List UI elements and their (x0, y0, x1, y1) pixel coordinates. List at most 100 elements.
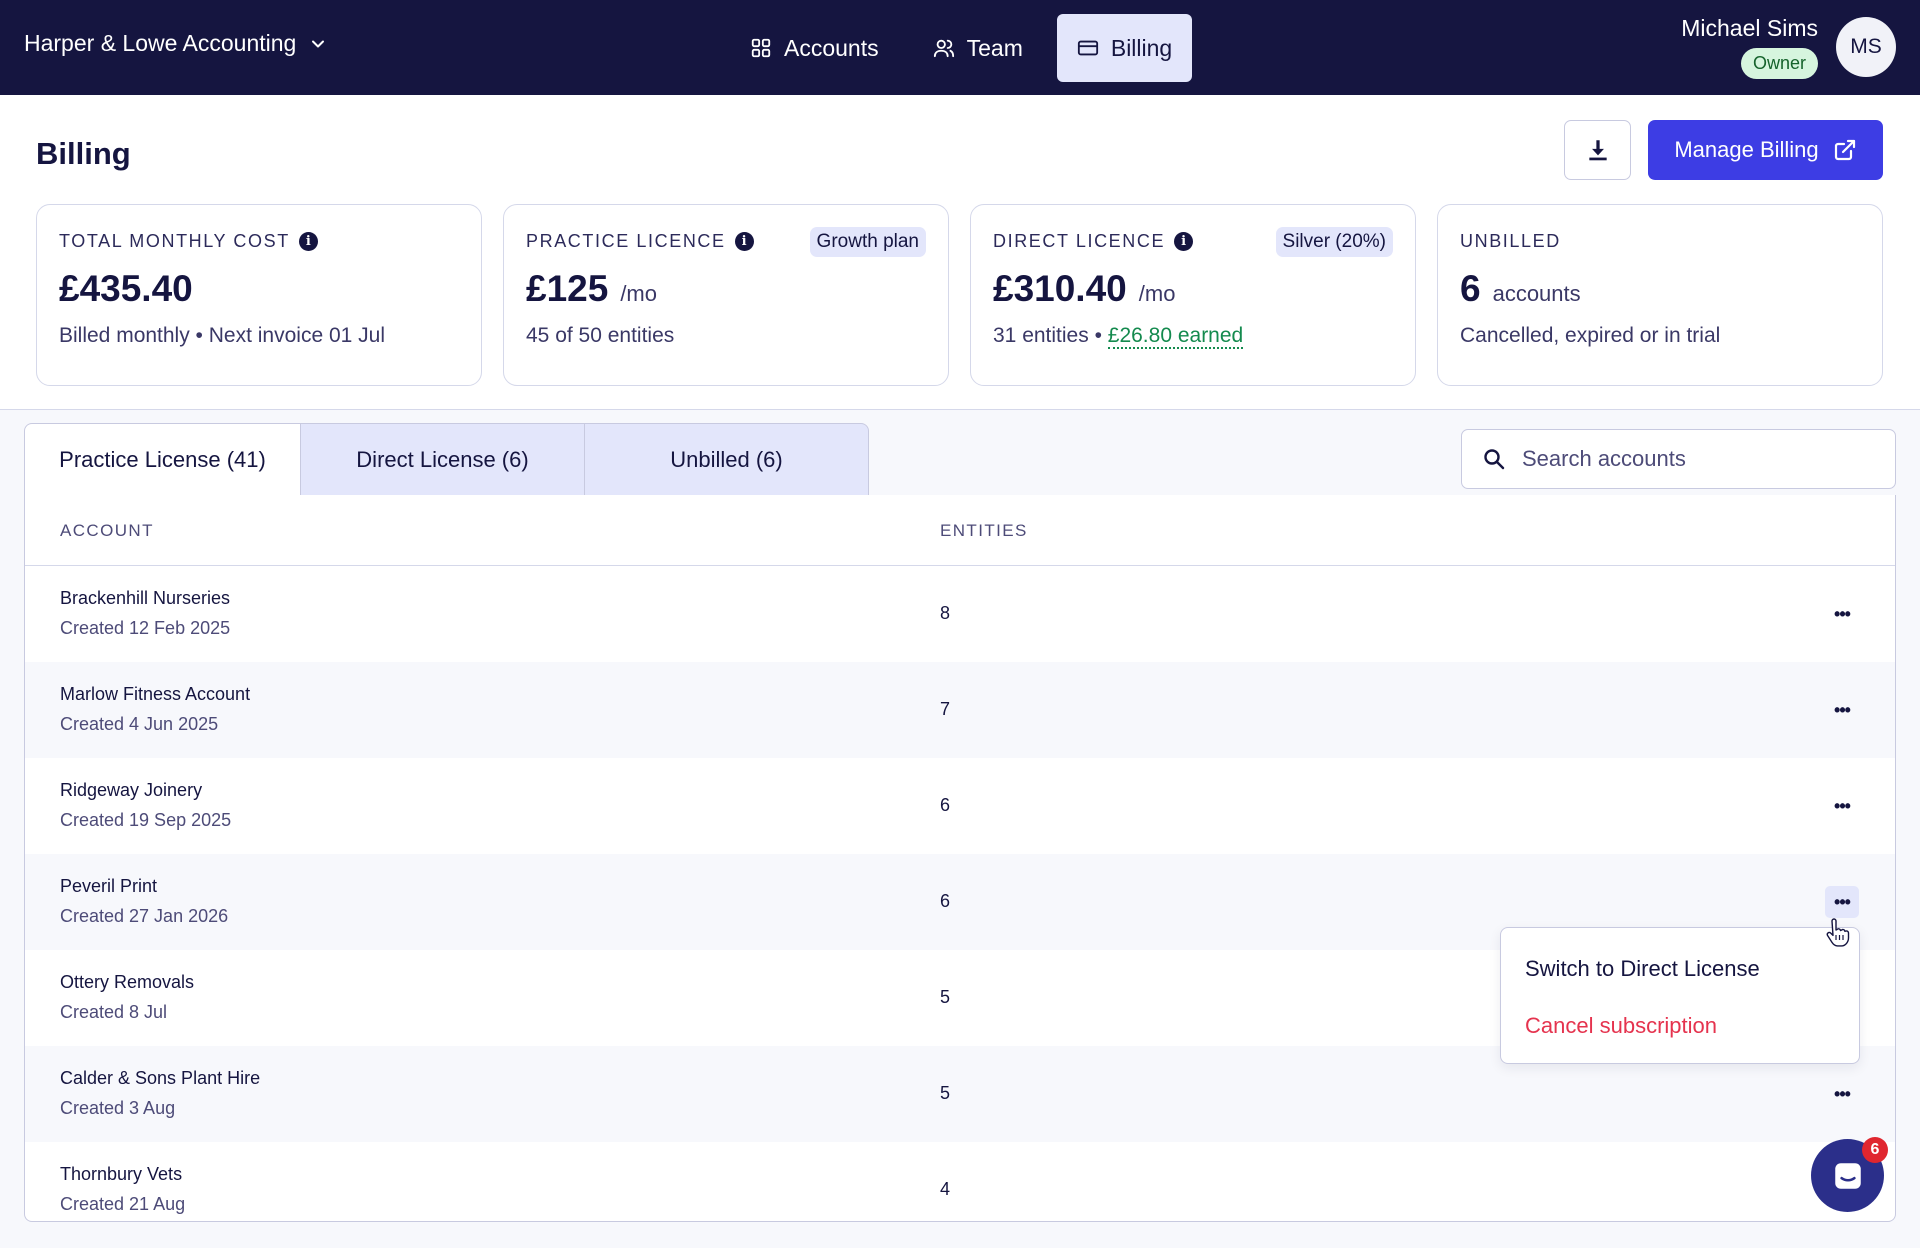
external-link-icon (1834, 139, 1855, 161)
nav-team-label: Team (966, 34, 1023, 61)
account-name: Brackenhill Nurseries (60, 588, 231, 608)
more-actions-button[interactable]: ••• (1825, 598, 1859, 630)
users-icon (933, 39, 954, 58)
entities-count: 6 (940, 795, 951, 815)
user-menu: Michael Sims Owner MS (1681, 15, 1896, 79)
notification-count-badge: 6 (1862, 1137, 1888, 1163)
practice-licence-card: PRACTICE LICENCE i Growth plan £125 /mo … (503, 204, 949, 386)
account-name: Peveril Print (60, 876, 158, 896)
page-title: Billing (36, 136, 131, 171)
nav-team[interactable]: Team (913, 14, 1043, 82)
card-label-text: PRACTICE LICENCE (526, 231, 726, 251)
more-actions-button[interactable]: ••• (1825, 886, 1859, 918)
card-value-amount: £310.40 (993, 268, 1127, 309)
account-name: Calder & Sons Plant Hire (60, 1068, 261, 1088)
info-icon[interactable]: i (734, 232, 754, 251)
download-button[interactable] (1564, 120, 1631, 180)
account-created-date: Created 21 Aug (60, 1194, 186, 1214)
user-info: Michael Sims Owner (1681, 15, 1818, 79)
account-created-date: Created 8 Jul (60, 1002, 168, 1022)
entities-count: 7 (940, 699, 951, 719)
nav-billing[interactable]: Billing (1056, 14, 1193, 82)
entities-count: 8 (940, 603, 951, 623)
card-value-amount: 6 (1460, 268, 1481, 309)
manage-billing-label: Manage Billing (1674, 137, 1819, 162)
card-subtext: 45 of 50 entities (526, 324, 675, 347)
account-created-date: Created 3 Aug (60, 1098, 176, 1118)
card-subtext: Cancelled, expired or in trial (1460, 324, 1721, 347)
account-name: Ottery Removals (60, 972, 195, 992)
main-nav: Accounts Team Billing (730, 14, 1193, 82)
avatar[interactable]: MS (1836, 17, 1896, 77)
card-label-text: DIRECT LICENCE (993, 231, 1166, 251)
tier-badge: Silver (20%) (1275, 227, 1393, 257)
card-value-amount: £125 (526, 268, 609, 309)
plan-badge: Growth plan (809, 227, 926, 257)
search-input[interactable] (1522, 446, 1882, 472)
nav-billing-label: Billing (1110, 34, 1173, 61)
card-label-text: TOTAL MONTHLY COST (59, 231, 290, 251)
search-box (1461, 429, 1896, 489)
account-name: Marlow Fitness Account (60, 684, 251, 704)
total-monthly-cost-card: TOTAL MONTHLY COST i £435.40 Billed mont… (36, 204, 482, 386)
organisation-switcher[interactable]: Harper & Lowe Accounting (24, 30, 328, 57)
table-row[interactable]: Marlow Fitness Account Created 4 Jun 202… (25, 662, 1895, 758)
card-subtext: Billed monthly • Next invoice 01 Jul (59, 324, 386, 347)
accounts-table: ACCOUNT ENTITIES Brackenhill Nurseries C… (24, 495, 1896, 1222)
chat-icon (1834, 1162, 1861, 1189)
table-row[interactable]: Ridgeway Joinery Created 19 Sep 2025 6 •… (25, 758, 1895, 854)
more-actions-button[interactable]: ••• (1825, 1078, 1859, 1110)
row-actions-menu: Switch to Direct License Cancel subscrip… (1500, 927, 1860, 1064)
support-chat-button[interactable]: 6 (1811, 1137, 1888, 1212)
tab-direct-license[interactable]: Direct License (6) (301, 423, 585, 496)
card-value: 6 accounts (1460, 268, 1860, 310)
nav-accounts[interactable]: Accounts (730, 14, 899, 82)
card-value: £310.40 /mo (993, 268, 1393, 310)
entities-count: 5 (940, 987, 951, 1007)
role-badge: Owner (1740, 48, 1818, 79)
info-icon[interactable]: i (1174, 232, 1194, 251)
card-value-unit: accounts (1492, 281, 1581, 306)
info-icon[interactable]: i (298, 232, 318, 251)
switch-to-direct-license-menu-item[interactable]: Switch to Direct License (1525, 956, 1760, 982)
table-row[interactable]: Thornbury Vets Created 21 Aug 4 (25, 1142, 1895, 1221)
earned-amount-link[interactable]: £26.80 earned (1107, 324, 1244, 349)
separator-dot: • (1088, 324, 1108, 347)
manage-billing-button[interactable]: Manage Billing (1648, 120, 1883, 180)
account-created-date: Created 4 Jun 2025 (60, 714, 219, 734)
organisation-name: Harper & Lowe Accounting (24, 30, 297, 56)
summary-cards: TOTAL MONTHLY COST i £435.40 Billed mont… (36, 204, 1883, 386)
user-name: Michael Sims (1681, 15, 1818, 41)
tab-unbilled[interactable]: Unbilled (6) (585, 423, 869, 496)
more-actions-button[interactable]: ••• (1825, 694, 1859, 726)
entities-count: 5 (940, 1083, 951, 1103)
more-actions-button[interactable]: ••• (1825, 790, 1859, 822)
account-name: Thornbury Vets (60, 1164, 183, 1184)
table-header: ACCOUNT ENTITIES (25, 495, 1895, 566)
card-value: £435.40 (59, 268, 459, 310)
grid-icon (751, 38, 771, 58)
column-header-account[interactable]: ACCOUNT (60, 521, 154, 541)
card-label: UNBILLED (1460, 231, 1860, 252)
download-icon (1588, 140, 1607, 161)
card-value-unit: /mo (620, 281, 657, 306)
nav-accounts-label: Accounts (784, 34, 879, 61)
account-created-date: Created 19 Sep 2025 (60, 810, 232, 830)
card-value-unit: /mo (1138, 281, 1176, 306)
card-subtext: 31 entities • £26.80 earned (993, 324, 1393, 349)
table-row[interactable]: Brackenhill Nurseries Created 12 Feb 202… (25, 566, 1895, 662)
card-value: £125 /mo (526, 268, 926, 310)
account-created-date: Created 27 Jan 2026 (60, 906, 229, 926)
cancel-subscription-menu-item[interactable]: Cancel subscription (1525, 1013, 1717, 1039)
hand-cursor-icon (1826, 918, 1850, 947)
column-header-entities[interactable]: ENTITIES (940, 521, 1028, 541)
license-tabs: Practice License (41) Direct License (6)… (24, 423, 869, 496)
account-name: Ridgeway Joinery (60, 780, 203, 800)
card-label: TOTAL MONTHLY COST i (59, 231, 459, 252)
unbilled-card: UNBILLED 6 accounts Cancelled, expired o… (1437, 204, 1883, 386)
account-created-date: Created 12 Feb 2025 (60, 618, 231, 638)
tab-practice-license[interactable]: Practice License (41) (24, 423, 301, 496)
entities-count: 6 (940, 891, 951, 911)
direct-licence-card: DIRECT LICENCE i Silver (20%) £310.40 /m… (970, 204, 1416, 386)
top-navigation-bar: Harper & Lowe Accounting Accounts Team B… (0, 0, 1920, 95)
